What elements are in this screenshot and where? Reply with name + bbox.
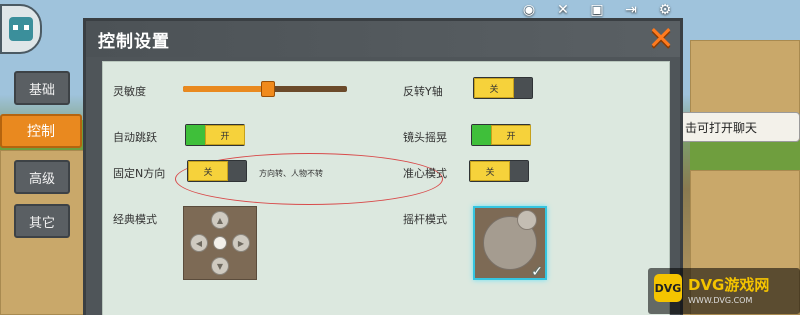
dpad-up-icon: ▲ (211, 211, 229, 229)
watermark-url: WWW.DVG.COM (688, 296, 753, 305)
tab-advanced[interactable]: 高级 (14, 160, 70, 194)
tools-icon[interactable]: ✕ (549, 0, 577, 20)
camera-icon[interactable]: ◉ (515, 0, 543, 20)
dpad-right-icon: ▶ (232, 234, 250, 252)
crosshair-mode-label: 准心模式 (403, 167, 447, 180)
fixed-direction-note: 方向转、人物不转 (259, 169, 323, 178)
dialog-header: 控制设置 ✕ (86, 21, 680, 57)
screen-icon[interactable]: ▣ (583, 0, 611, 20)
watermark: DVG DVG游戏网 WWW.DVG.COM (648, 268, 800, 314)
invert-y-toggle-label: 关 (474, 78, 514, 98)
settings-icon[interactable]: ⚙ (651, 0, 679, 20)
auto-jump-toggle-label: 开 (205, 125, 245, 145)
joystick-mode-option[interactable]: ✓ (473, 206, 547, 280)
sensitivity-slider-fill (183, 86, 268, 92)
camera-shake-label: 镜头摇晃 (403, 131, 447, 144)
joystick-knob-icon (517, 210, 537, 230)
sensitivity-slider[interactable] (183, 81, 347, 97)
background-grass (690, 140, 800, 170)
watermark-text: DVG游戏网 (688, 276, 770, 294)
tab-control[interactable]: 控制 (0, 114, 82, 148)
tab-basic[interactable]: 基础 (14, 71, 70, 105)
auto-jump-label: 自动跳跃 (113, 131, 157, 144)
camera-shake-toggle-label: 开 (491, 125, 531, 145)
settings-panel: 灵敏度 反转Y轴 关 自动跳跃 开 镜头摇晃 开 固定N方向 关 方向转、人物不… (102, 61, 670, 315)
camera-shake-toggle[interactable]: 开 (471, 124, 531, 146)
auto-jump-toggle[interactable]: 开 (185, 124, 245, 146)
fixed-direction-label: 固定N方向 (113, 167, 166, 180)
fixed-direction-toggle[interactable]: 关 (187, 160, 247, 182)
sensitivity-label: 灵敏度 (113, 85, 146, 98)
tab-other[interactable]: 其它 (14, 204, 70, 238)
invert-y-toggle[interactable]: 关 (473, 77, 533, 99)
gamepad-logo-icon: DVG (654, 274, 682, 302)
fixed-direction-toggle-label: 关 (188, 161, 228, 181)
player-avatar[interactable] (0, 4, 42, 54)
chat-hint[interactable]: 击可打开聊天 (680, 112, 800, 142)
close-icon[interactable]: ✕ (644, 21, 678, 55)
crosshair-mode-toggle-label: 关 (470, 161, 510, 181)
joystick-mode-label: 摇杆模式 (403, 213, 447, 226)
exit-icon[interactable]: ⇥ (617, 0, 645, 20)
classic-mode-label: 经典模式 (113, 213, 157, 226)
top-toolbar: ◉ ✕ ▣ ⇥ ⚙ (515, 0, 679, 20)
dpad-down-icon: ▼ (211, 257, 229, 275)
avatar-face-icon (9, 17, 33, 41)
check-icon: ✓ (531, 264, 543, 280)
settings-dialog: 控制设置 ✕ 灵敏度 反转Y轴 关 自动跳跃 开 镜头摇晃 开 固定N方向 关 … (83, 18, 683, 315)
invert-y-label: 反转Y轴 (403, 85, 443, 98)
sensitivity-slider-knob[interactable] (261, 81, 275, 97)
classic-mode-option[interactable]: ▲ ◀ ▶ ▼ (183, 206, 257, 280)
crosshair-mode-toggle[interactable]: 关 (469, 160, 529, 182)
dpad-center-icon (213, 236, 227, 250)
dialog-title: 控制设置 (98, 32, 170, 52)
dpad-left-icon: ◀ (190, 234, 208, 252)
